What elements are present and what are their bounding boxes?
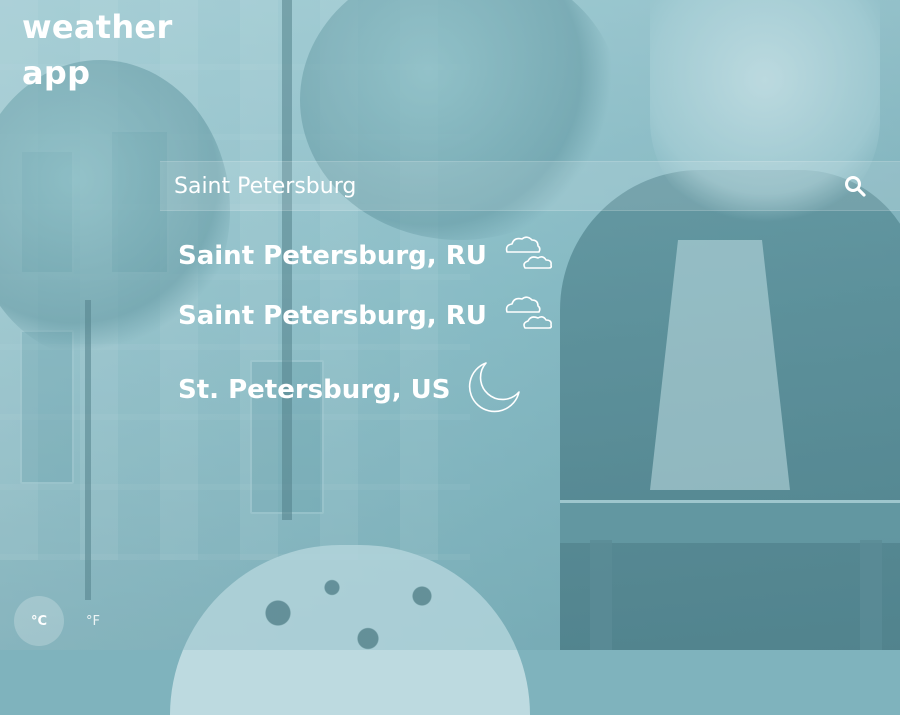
unit-toggle: °C °F [14, 596, 118, 646]
fahrenheit-button[interactable]: °F [68, 600, 118, 642]
cloudy-icon [501, 294, 555, 338]
app-title-line1: weather [22, 8, 173, 46]
search-bar [160, 161, 900, 211]
search-input[interactable] [160, 162, 832, 210]
app-title-line2: app [22, 54, 91, 92]
search-button[interactable] [832, 163, 878, 209]
result-name: St. Petersburg, US [178, 375, 451, 405]
search-results: Saint Petersburg, RU Saint Petersburg, R… [178, 226, 555, 420]
celsius-button[interactable]: °C [14, 596, 64, 646]
result-item[interactable]: St. Petersburg, US [178, 360, 555, 420]
result-name: Saint Petersburg, RU [178, 241, 487, 271]
result-item[interactable]: Saint Petersburg, RU [178, 286, 555, 346]
search-icon [845, 176, 866, 197]
app-title: weather app [22, 4, 173, 96]
cloudy-icon [501, 234, 555, 278]
moon-icon [464, 360, 522, 420]
result-name: Saint Petersburg, RU [178, 301, 487, 331]
result-item[interactable]: Saint Petersburg, RU [178, 226, 555, 286]
